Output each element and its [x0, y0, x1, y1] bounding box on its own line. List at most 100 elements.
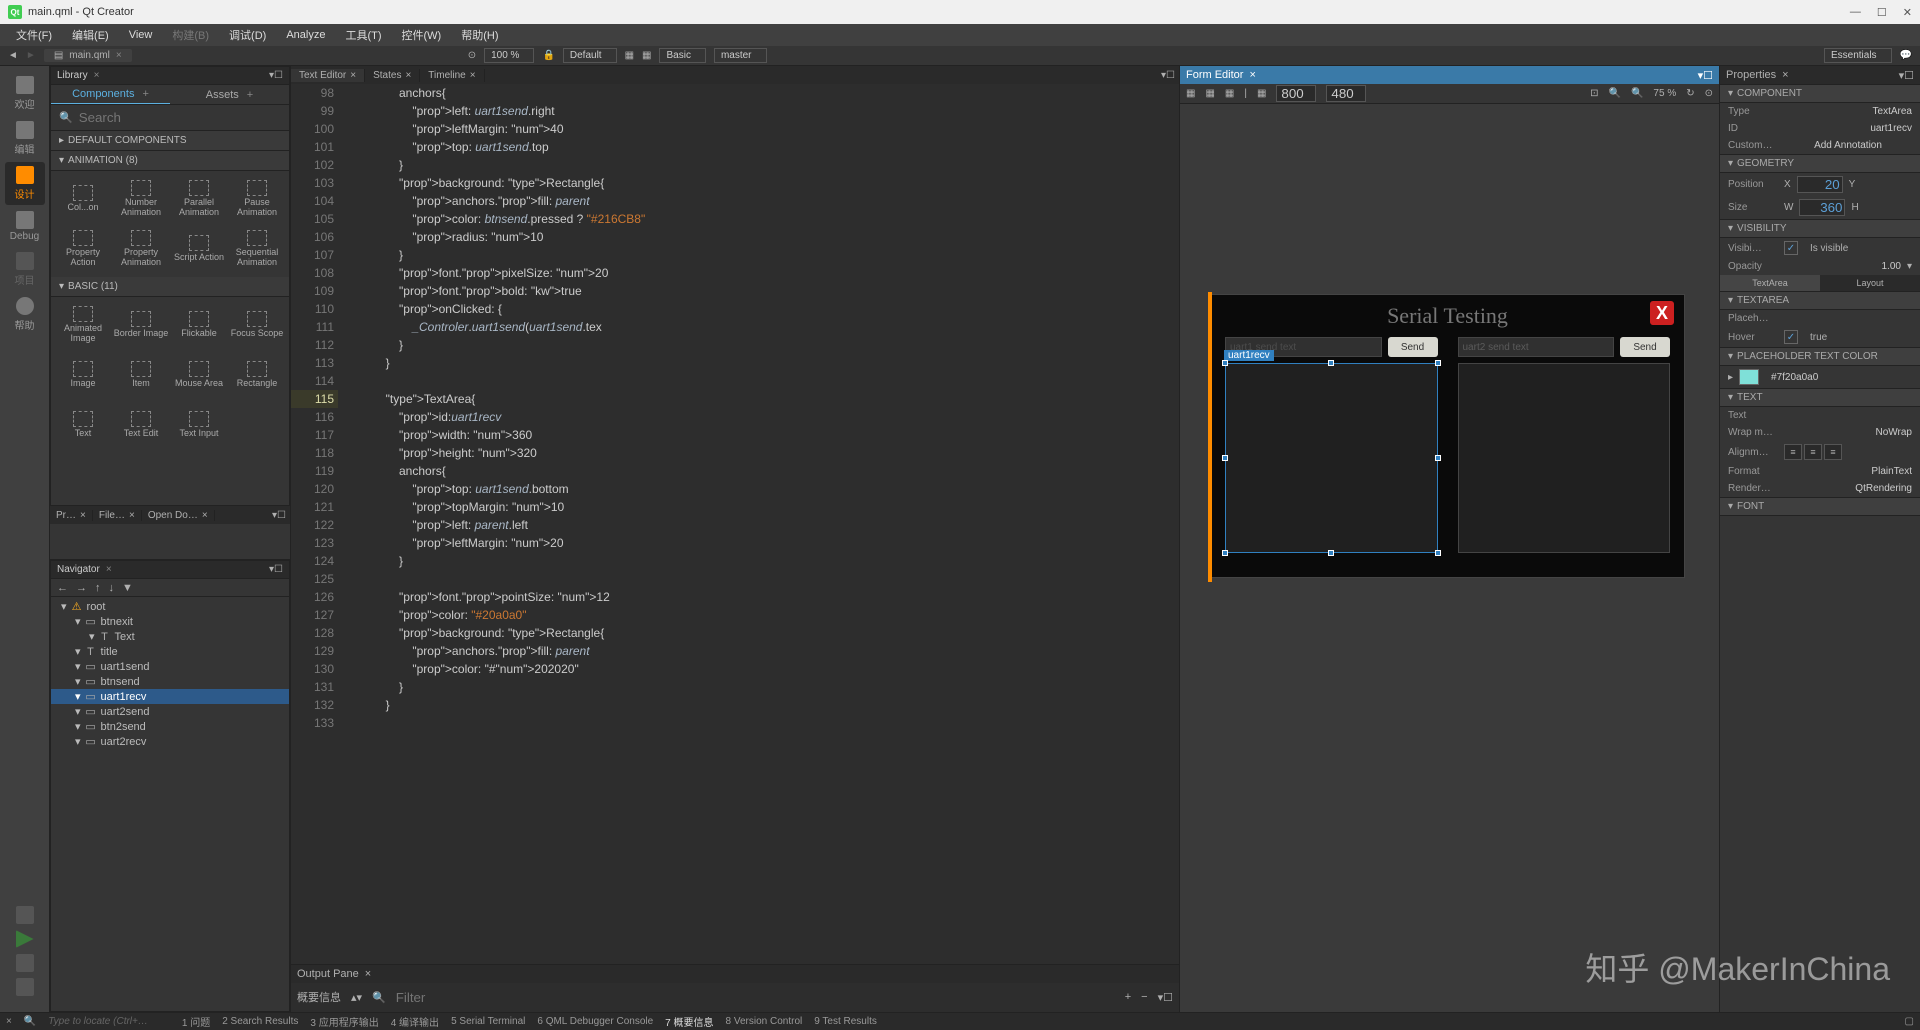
mode-debug[interactable]: Debug — [5, 207, 45, 246]
mode-welcome[interactable]: 欢迎 — [5, 72, 45, 115]
component-item[interactable]: Script Action — [171, 225, 227, 273]
menu-tools[interactable]: 工具(T) — [337, 25, 389, 45]
pcolor-value[interactable]: #7f20a0a0 — [1771, 372, 1912, 383]
tab-opendoc[interactable]: Open Do…× — [142, 510, 215, 521]
toolbar-icon[interactable]: ▦ — [642, 50, 651, 61]
hover-checkbox[interactable]: ✓ — [1784, 330, 1798, 344]
section-pcolor[interactable]: ▾ PLACEHOLDER TEXT COLOR — [1720, 347, 1920, 366]
refresh-icon[interactable]: ↻ — [1686, 88, 1694, 99]
form-canvas[interactable]: Serial Testing X uart1 send text Send ua… — [1180, 104, 1719, 1012]
monitor-icon[interactable] — [16, 906, 34, 924]
component-item[interactable]: Text — [55, 401, 111, 449]
default-combo[interactable]: Default — [563, 48, 617, 63]
output-filter-input[interactable] — [396, 990, 573, 1005]
panel-opts-icon[interactable]: ▾☐ — [269, 564, 283, 575]
debug-run-icon[interactable] — [16, 954, 34, 972]
root-width-input[interactable] — [1276, 85, 1316, 102]
zoom-combo[interactable]: 100 % — [484, 48, 534, 63]
status-tab[interactable]: 1 问题 — [182, 1014, 210, 1029]
uart1-send-button[interactable]: Send — [1388, 337, 1438, 357]
opacity-input[interactable]: 1.00 — [1784, 261, 1901, 272]
reset-icon[interactable]: ⊙ — [1705, 88, 1713, 99]
style-combo[interactable]: Basic — [659, 48, 705, 63]
status-tab[interactable]: 9 Test Results — [814, 1014, 877, 1029]
uart1-recv-area[interactable]: uart1recv — [1225, 363, 1438, 553]
nav-item[interactable]: ▾▭uart1send — [51, 659, 289, 674]
status-tab[interactable]: 5 Serial Terminal — [451, 1014, 525, 1029]
chevron-down-icon[interactable]: ▾ — [1907, 261, 1912, 272]
locator-input[interactable]: Type to locate (Ctrl+… — [48, 1016, 148, 1027]
filter-icon[interactable]: ▼ — [122, 582, 133, 594]
component-item[interactable]: Number Animation — [113, 175, 169, 223]
nav-item[interactable]: ▾Ttitle — [51, 644, 289, 659]
close-icon[interactable]: × — [94, 70, 100, 81]
chat-icon[interactable]: 💬 — [1900, 50, 1912, 61]
section-component[interactable]: ▾ COMPONENT — [1720, 84, 1920, 103]
menu-edit[interactable]: 编辑(E) — [64, 25, 117, 45]
render-combo[interactable]: QtRendering — [1784, 483, 1912, 494]
menu-debug[interactable]: 调试(D) — [221, 25, 274, 45]
section-default[interactable]: ▸ DEFAULT COMPONENTS — [51, 131, 289, 151]
close-icon[interactable]: × — [1249, 69, 1255, 81]
section-animation[interactable]: ▾ ANIMATION (8) — [51, 151, 289, 171]
nav-fwd-icon[interactable]: → — [76, 582, 87, 594]
color-swatch[interactable] — [1739, 369, 1759, 385]
panel-opts-icon[interactable]: ▾☐ — [1158, 991, 1173, 1004]
panel-opts-icon[interactable]: ▾☐ — [1157, 70, 1179, 81]
file-tab-close-icon[interactable]: × — [116, 50, 122, 61]
preview-close-button[interactable]: X — [1650, 301, 1674, 325]
plus-icon[interactable]: + — [1125, 991, 1131, 1003]
nav-item[interactable]: ▾▭btnsend — [51, 674, 289, 689]
build-icon[interactable] — [16, 978, 34, 996]
tab-states[interactable]: States× — [365, 69, 420, 82]
snap-icon[interactable]: ▦ — [1225, 88, 1234, 99]
section-geometry[interactable]: ▾ GEOMETRY — [1720, 154, 1920, 173]
component-item[interactable]: Sequential Animation — [229, 225, 285, 273]
section-basic[interactable]: ▾ BASIC (11) — [51, 277, 289, 297]
minimize-icon[interactable]: — — [1850, 6, 1861, 19]
component-item[interactable]: Item — [113, 351, 169, 399]
section-textarea[interactable]: ▾ TEXTAREA — [1720, 291, 1920, 310]
uart2-send-button[interactable]: Send — [1620, 337, 1670, 357]
component-item[interactable]: Parallel Animation — [171, 175, 227, 223]
snap-icon[interactable]: ▦ — [1205, 88, 1214, 99]
plus-icon[interactable]: + — [142, 88, 148, 100]
file-tab[interactable]: ▤ main.qml × — [44, 49, 132, 62]
toolbar-icon[interactable]: ▦ — [625, 50, 634, 61]
menu-analyze[interactable]: Analyze — [278, 27, 333, 43]
form-editor-tab[interactable]: Form Editor×▾☐ — [1180, 66, 1719, 84]
component-item[interactable]: Mouse Area — [171, 351, 227, 399]
layout-combo[interactable]: Essentials — [1824, 48, 1892, 63]
component-item[interactable]: Image — [55, 351, 111, 399]
branch-combo[interactable]: master — [714, 48, 767, 63]
library-search-input[interactable] — [79, 110, 281, 125]
component-item[interactable]: Text Input — [171, 401, 227, 449]
code-editor[interactable]: 9899100101102103104105106107108109110111… — [291, 84, 1179, 964]
window-controls[interactable]: — ☐ ✕ — [1850, 6, 1912, 19]
section-font[interactable]: ▾ FONT — [1720, 497, 1920, 516]
status-tab[interactable]: 2 Search Results — [222, 1014, 298, 1029]
close-icon[interactable]: × — [106, 564, 112, 575]
status-icon[interactable]: ▢ — [1905, 1016, 1914, 1027]
panel-opts-icon[interactable]: ▾☐ — [268, 510, 290, 521]
component-item[interactable]: Focus Scope — [229, 301, 285, 349]
tab-timeline[interactable]: Timeline× — [420, 69, 484, 82]
prop-id-value[interactable]: uart1recv — [1784, 123, 1912, 134]
nav-item[interactable]: ▾▭btnexit — [51, 614, 289, 629]
component-item[interactable]: Animated Image — [55, 301, 111, 349]
zoom-out-icon[interactable]: 🔍 — [1609, 88, 1621, 99]
menu-file[interactable]: 文件(F) — [8, 25, 60, 45]
status-tab[interactable]: 4 编译输出 — [391, 1014, 439, 1029]
maximize-icon[interactable]: ☐ — [1877, 6, 1887, 19]
expand-icon[interactable]: ▸ — [1728, 372, 1733, 383]
component-item[interactable]: Property Animation — [113, 225, 169, 273]
tab-text-editor[interactable]: Text Editor× — [291, 69, 365, 82]
status-tab[interactable]: 7 概要信息 — [665, 1014, 713, 1029]
section-visibility[interactable]: ▾ VISIBILITY — [1720, 219, 1920, 238]
out-icon[interactable]: ▴▾ — [351, 991, 362, 1004]
close-icon[interactable]: × — [6, 1016, 12, 1027]
component-item[interactable]: Rectangle — [229, 351, 285, 399]
run-icon[interactable] — [16, 930, 34, 948]
menu-widgets[interactable]: 控件(W) — [394, 25, 450, 45]
nav-item[interactable]: ▾TText — [51, 629, 289, 644]
